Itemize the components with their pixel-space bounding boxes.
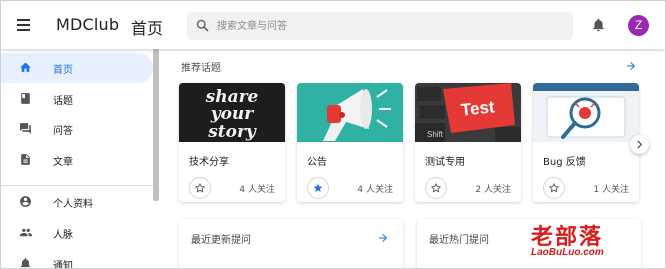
follower-count: 2 人关注 <box>475 185 511 195</box>
image-text-shift: Shift <box>427 130 444 139</box>
avatar[interactable]: Z <box>628 15 649 36</box>
sidebar-item-label: 人脉 <box>53 230 73 241</box>
sidebar-divider <box>1 185 153 186</box>
carousel-next-button[interactable] <box>630 135 649 154</box>
app-window: MDClub 首页 Z 首页 话题 问答 文章 个人资料 <box>0 0 666 269</box>
people-icon <box>20 228 32 237</box>
topic-card[interactable]: Test Shift 测试专用 2 人关注 <box>415 83 521 202</box>
notifications-icon[interactable] <box>591 17 606 33</box>
forum-icon <box>20 123 31 134</box>
sidebar-item-notifications[interactable]: 通知 <box>1 249 153 269</box>
sidebar-item-profile[interactable]: 个人资料 <box>1 187 153 217</box>
topic-name: 测试专用 <box>425 157 465 168</box>
sidebar-item-home[interactable]: 首页 <box>1 53 153 83</box>
follow-button[interactable] <box>307 177 329 199</box>
panel-title: 最近热门提问 <box>429 235 489 246</box>
follow-button[interactable] <box>189 177 211 199</box>
topic-image: Test Shift <box>415 83 521 142</box>
follow-button[interactable] <box>425 177 447 199</box>
menu-icon[interactable] <box>15 15 35 35</box>
home-icon <box>20 62 31 72</box>
search-icon <box>196 19 209 32</box>
watermark-logo: 老部落 LaoBuLuo.com <box>529 219 641 265</box>
sidebar-item-label: 通知 <box>53 261 73 269</box>
sidebar-item-label: 问答 <box>53 126 73 137</box>
topic-name: Bug 反馈 <box>543 157 586 168</box>
image-text-your: your <box>210 104 255 124</box>
follower-count: 1 人关注 <box>593 185 629 195</box>
sidebar-item-questions[interactable]: 问答 <box>1 114 153 144</box>
topic-card[interactable]: share your story 技术分享 4 人关注 <box>179 83 285 202</box>
arrow-forward-icon[interactable] <box>377 232 389 244</box>
sidebar-item-label: 文章 <box>53 157 73 168</box>
notifications-icon <box>20 258 31 268</box>
panel-title: 最近更新提问 <box>191 235 251 246</box>
sidebar-scrollbar[interactable] <box>153 49 159 201</box>
sidebar-item-topics[interactable]: 话题 <box>1 84 153 114</box>
sidebar-item-articles[interactable]: 文章 <box>1 145 153 175</box>
article-icon <box>21 154 30 165</box>
arrow-forward-icon[interactable] <box>625 60 637 72</box>
sidebar-item-people[interactable]: 人脉 <box>1 218 153 248</box>
top-app-bar: MDClub 首页 Z <box>1 1 665 49</box>
app-logo[interactable]: MDClub <box>56 15 119 34</box>
topic-card[interactable]: 公告 4 人关注 <box>297 83 403 202</box>
search-bar[interactable] <box>187 12 573 40</box>
sidebar-item-label: 个人资料 <box>53 199 93 210</box>
star-outline-icon <box>549 183 559 193</box>
topic-card[interactable]: Bug 反馈 1 人关注 <box>533 83 639 202</box>
topic-image <box>533 83 639 142</box>
book-icon <box>21 93 30 104</box>
follower-count: 4 人关注 <box>239 185 275 195</box>
star-filled-icon <box>313 183 323 192</box>
account-circle-icon <box>20 196 31 207</box>
follower-count: 4 人关注 <box>357 185 393 195</box>
chevron-right-icon <box>637 140 642 149</box>
image-text-story: story <box>207 122 257 142</box>
follow-button[interactable] <box>543 177 565 199</box>
sidebar-item-label: 话题 <box>53 96 73 107</box>
sidebar: 首页 话题 问答 文章 个人资料 人脉 通知 <box>1 49 161 269</box>
section-title: 推荐话题 <box>181 63 221 74</box>
topic-name: 公告 <box>307 157 327 168</box>
topic-image: share your story <box>179 83 285 142</box>
star-outline-icon <box>431 183 441 193</box>
star-outline-icon <box>195 183 205 193</box>
sidebar-item-label: 首页 <box>53 65 73 76</box>
latest-questions-panel: 最近更新提问 <box>179 219 403 268</box>
search-input[interactable] <box>217 17 557 35</box>
image-text-test: Test <box>460 97 496 119</box>
watermark-text-en: LaoBuLuo.com <box>531 247 604 258</box>
topic-image <box>297 83 403 142</box>
page-title: 首页 <box>131 19 164 38</box>
topic-name: 技术分享 <box>189 157 229 168</box>
